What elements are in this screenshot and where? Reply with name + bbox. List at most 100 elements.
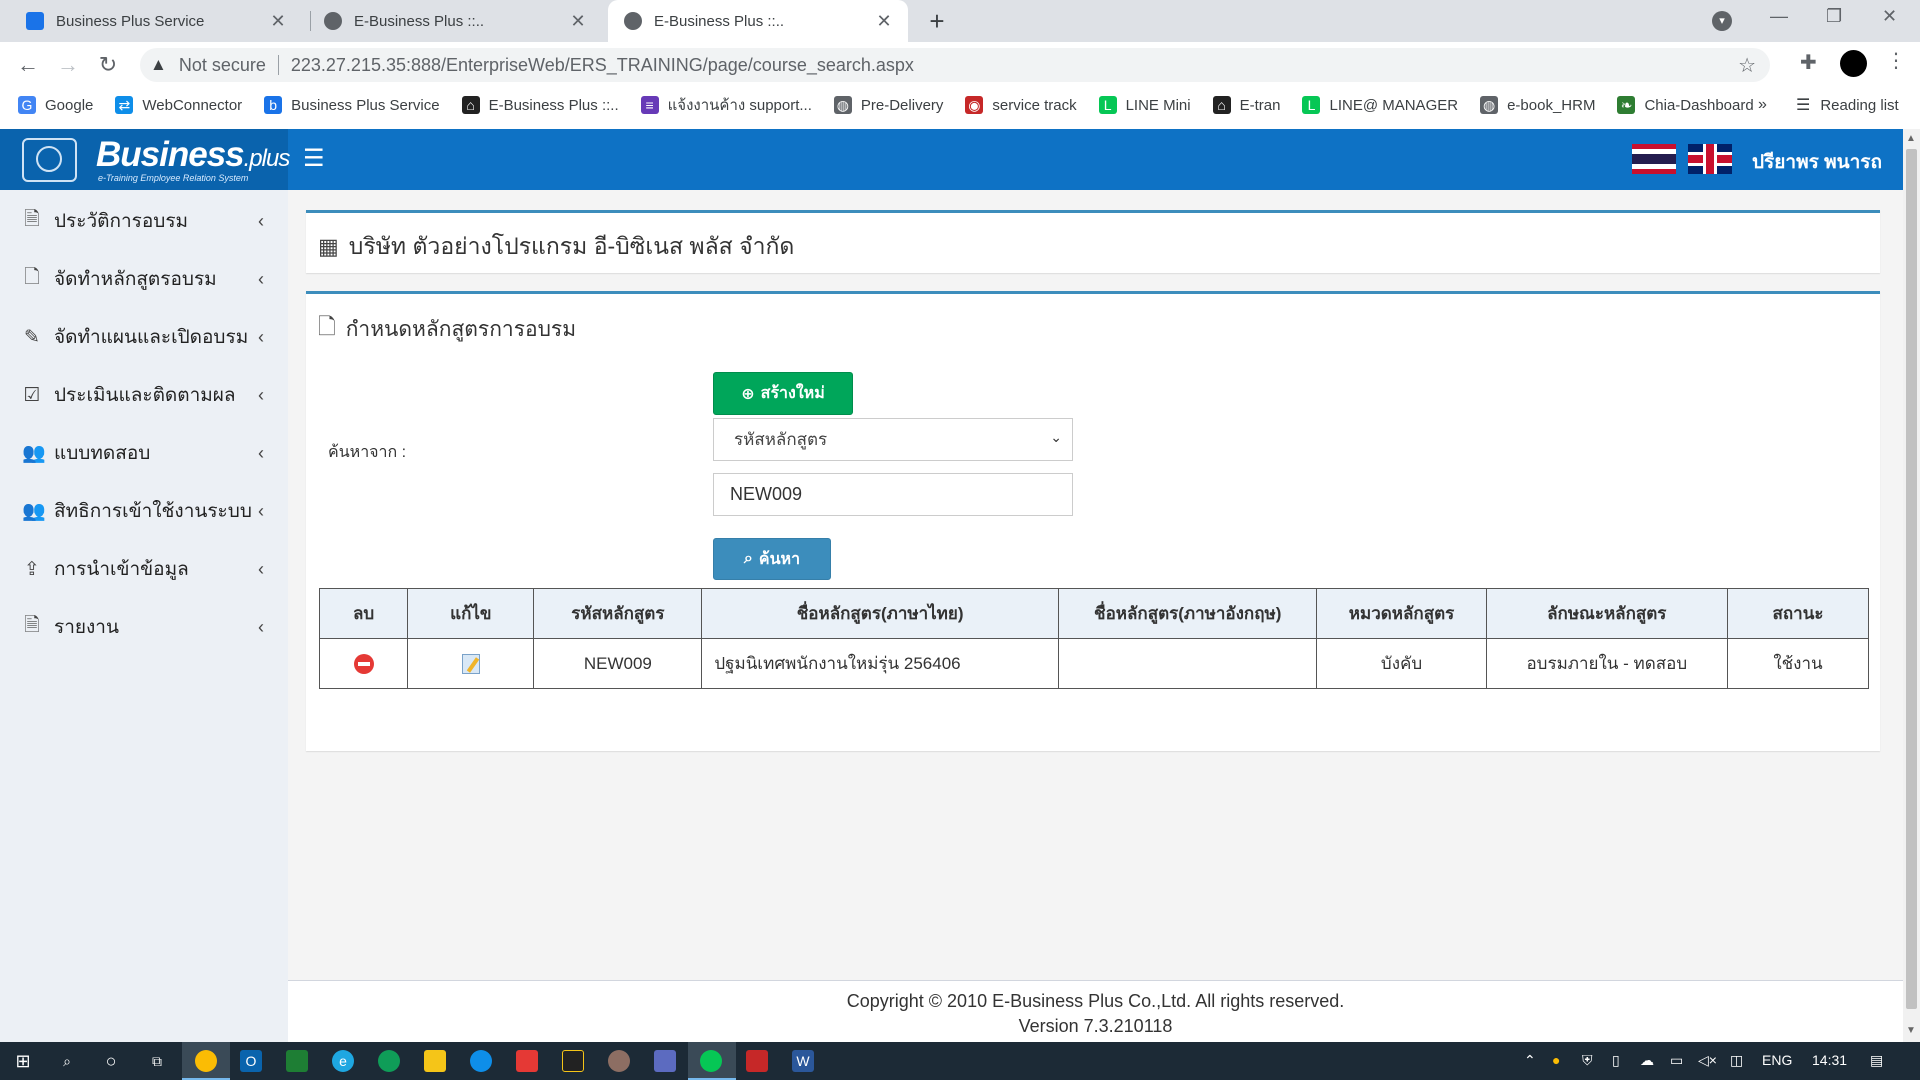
teamviewer-icon[interactable] <box>470 1050 492 1072</box>
outlook-icon[interactable]: O <box>240 1050 262 1072</box>
globe-icon: ◍ <box>833 96 852 114</box>
sidebar-item[interactable]: 🗋 จัดทำหลักสูตรอบรม ‹ <box>0 250 288 308</box>
edit-icon[interactable] <box>461 653 480 674</box>
bookmark-item[interactable]: ⇄ WebConnector <box>115 96 242 114</box>
browser-tab[interactable]: E-Business Plus ::.. ✕ <box>302 0 602 42</box>
sidebar-item[interactable]: ⇪ การนำเข้าข้อมูล ‹ <box>0 540 288 598</box>
onedrive-icon[interactable]: ☁ <box>1640 1052 1654 1069</box>
app-icon[interactable] <box>654 1050 676 1072</box>
battery-icon[interactable]: ▭ <box>1670 1052 1683 1069</box>
file-explorer-icon[interactable] <box>424 1050 446 1072</box>
bookmark-item[interactable]: ◉ service track <box>965 96 1077 114</box>
bookmark-item[interactable]: ≡ แจ้งงานค้าง support... <box>640 93 812 117</box>
sidebar-item[interactable]: 🗎 ประวัติการอบรม ‹ <box>0 192 288 250</box>
sidebar-item[interactable]: 👥 แบบทดสอบ ‹ <box>0 424 288 482</box>
app-logo[interactable]: Business.plus e-Training Employee Relati… <box>0 129 290 190</box>
cortana-icon[interactable]: ○ <box>100 1050 122 1072</box>
bookmark-item[interactable]: L LINE Mini <box>1098 96 1191 114</box>
course-panel-title-text: กำหนดหลักสูตรการอบรม <box>345 317 577 341</box>
minimize-icon[interactable]: — <box>1770 6 1788 27</box>
reading-list-label: Reading list <box>1820 96 1899 114</box>
url-text[interactable]: 223.27.215.35:888/EnterpriseWeb/ERS_TRAI… <box>291 55 914 76</box>
shield-icon[interactable]: ⛨ <box>1582 1052 1593 1069</box>
scroll-down-icon[interactable]: ▼ <box>1906 1025 1916 1036</box>
address-bar[interactable]: ▲ Not secure 223.27.215.35:888/Enterpris… <box>140 48 1770 82</box>
security-label[interactable]: Not secure <box>179 55 266 76</box>
sidebar-item-label: ประวัติการอบรม <box>54 211 189 232</box>
warning-triangle-icon[interactable]: ▲ <box>150 55 167 75</box>
bookmark-item[interactable]: ⌂ E-tran <box>1212 96 1280 114</box>
create-new-button[interactable]: ⊕ สร้างใหม่ <box>713 372 853 415</box>
chrome-icon[interactable] <box>195 1050 217 1072</box>
bookmark-star-icon[interactable]: ☆ <box>1738 53 1756 78</box>
volume-icon[interactable]: ◁× <box>1698 1052 1717 1069</box>
tab-search-icon[interactable]: ▾ <box>1712 11 1732 31</box>
network-icon[interactable]: ◫ <box>1730 1052 1743 1069</box>
device-icon[interactable]: ▯ <box>1612 1052 1620 1069</box>
bookmark-item[interactable]: ◍ e-book_HRM <box>1480 96 1595 114</box>
task-view-icon[interactable]: ⧉ <box>146 1050 168 1072</box>
close-window-icon[interactable]: ✕ <box>1882 6 1897 27</box>
app-icon[interactable] <box>746 1050 768 1072</box>
content-area: ▦ บริษัท ตัวอย่างโปรแกรม อี-บิซิเนส พลัส… <box>288 190 1903 980</box>
sidebar-item[interactable]: ✎ จัดทำแผนและเปิดอบรม ‹ <box>0 308 288 366</box>
bookmark-item[interactable]: ⌂ E-Business Plus ::.. <box>461 96 619 114</box>
search-by-label: ค้นหาจาก : <box>328 444 407 461</box>
browser-tab[interactable]: Business Plus Service ✕ <box>0 0 302 42</box>
windows-start-icon[interactable]: ⊞ <box>12 1050 34 1072</box>
user-name[interactable]: ปรียาพร พนารถ <box>1752 147 1882 177</box>
reload-icon[interactable]: ↻ <box>94 52 122 78</box>
thai-flag-icon[interactable] <box>1632 144 1676 174</box>
delete-icon[interactable] <box>353 653 374 674</box>
page-scrollbar[interactable]: ▲ ▼ <box>1903 129 1920 1042</box>
chevron-up-icon[interactable]: ⌃ <box>1524 1052 1536 1069</box>
more-bookmarks-button[interactable]: » <box>1758 96 1767 114</box>
edge-icon[interactable]: e <box>332 1050 354 1072</box>
close-tab-icon[interactable]: ✕ <box>268 11 288 32</box>
course-table: ลบ แก้ไข รหัสหลักสูตร ชื่อหลักสูตร(ภาษาไ… <box>318 588 1869 689</box>
anydesk-icon[interactable] <box>516 1050 538 1072</box>
bookmark-item[interactable]: L LINE@ MANAGER <box>1302 96 1458 114</box>
forward-arrow-icon[interactable]: → <box>54 52 82 78</box>
search-input[interactable] <box>713 473 1073 516</box>
back-arrow-icon[interactable]: ← <box>14 52 42 78</box>
reading-list-button[interactable]: ☰ Reading list <box>1796 95 1899 115</box>
globe-icon: ◍ <box>1480 96 1499 114</box>
word-icon[interactable]: W <box>792 1050 814 1072</box>
app-icon[interactable] <box>608 1050 630 1072</box>
search-field-select[interactable]: รหัสหลักสูตร ⌄ <box>713 418 1073 461</box>
sidebar-item[interactable]: ☑ ประเมินและติดตามผล ‹ <box>0 366 288 424</box>
close-tab-icon[interactable]: ✕ <box>568 11 588 32</box>
search-button[interactable]: ⌕ ค้นหา <box>713 538 831 580</box>
sidebar-item[interactable]: 🗎 รายงาน ‹ <box>0 598 288 656</box>
bookmark-item[interactable]: G Google <box>18 96 93 114</box>
bookmark-item[interactable]: b Business Plus Service <box>264 96 440 114</box>
edge-new-icon[interactable] <box>378 1050 400 1072</box>
close-tab-icon[interactable]: ✕ <box>874 11 894 32</box>
uk-flag-icon[interactable] <box>1688 144 1732 174</box>
input-language[interactable]: ENG <box>1762 1052 1792 1068</box>
clock-time[interactable]: 14:31 <box>1812 1052 1847 1068</box>
tab-title: E-Business Plus ::.. <box>354 12 485 30</box>
bookmark-item[interactable]: ❧ Chia-Dashboard <box>1617 96 1754 114</box>
profile-avatar[interactable] <box>1840 50 1867 77</box>
line-icon[interactable] <box>700 1050 722 1072</box>
search-icon[interactable]: ⌕ <box>56 1050 78 1072</box>
tray-app-icon[interactable]: ● <box>1552 1052 1560 1068</box>
browser-tab-active[interactable]: E-Business Plus ::.. ✕ <box>608 0 908 42</box>
hamburger-menu-icon[interactable]: ☰ <box>303 144 325 173</box>
terminal-icon[interactable] <box>562 1050 584 1072</box>
restore-icon[interactable]: ❐ <box>1826 6 1842 27</box>
browser-menu-icon[interactable]: ⋮ <box>1886 48 1906 73</box>
app-icon[interactable] <box>286 1050 308 1072</box>
bookmark-label: e-book_HRM <box>1507 96 1596 114</box>
extensions-puzzle-icon[interactable]: ✚ <box>1800 50 1817 75</box>
bookmark-item[interactable]: ◍ Pre-Delivery <box>833 96 943 114</box>
new-tab-button[interactable]: + <box>922 6 952 37</box>
scroll-up-icon[interactable]: ▲ <box>1906 133 1916 144</box>
sidebar-item[interactable]: 👥 สิทธิการเข้าใช้งานระบบ ‹ <box>0 482 288 540</box>
scrollbar-thumb[interactable] <box>1906 149 1917 1009</box>
course-setup-box: 🗋 กำหนดหลักสูตรการอบรม ⊕ สร้างใหม่ ค้นหา… <box>306 291 1880 751</box>
sidebar-item-label: จัดทำแผนและเปิดอบรม <box>54 327 249 348</box>
notifications-icon[interactable]: ▤ <box>1870 1052 1883 1069</box>
